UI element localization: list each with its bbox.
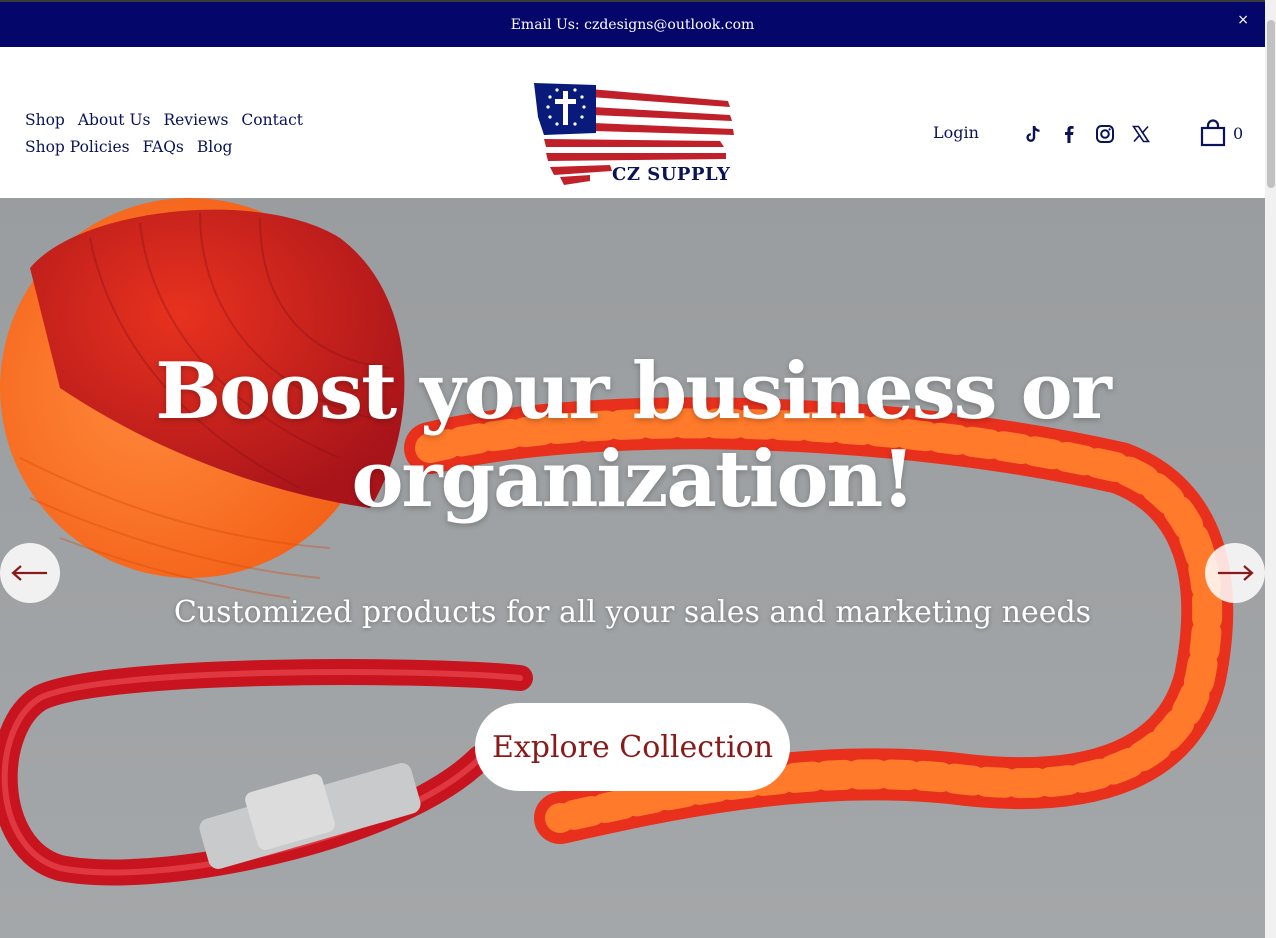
hero-background-image (0, 198, 1265, 938)
site-logo[interactable]: CZ SUPPLY (530, 77, 740, 189)
hero-slideshow: Boost your business or organization! Cus… (0, 198, 1265, 938)
hero-title: Boost your business or organization! (155, 346, 1112, 525)
announcement-text: Email Us: czdesigns@outlook.com (510, 16, 755, 33)
slideshow-prev-button[interactable] (0, 543, 60, 603)
arrow-left-icon (11, 565, 47, 581)
explore-collection-button[interactable]: Explore Collection (475, 703, 790, 791)
nav-item-contact[interactable]: Contact (241, 107, 303, 134)
nav-item-faqs[interactable]: FAQs (143, 134, 184, 161)
nav-item-blog[interactable]: Blog (197, 134, 233, 161)
announcement-bar: Email Us: czdesigns@outlook.com × (0, 2, 1265, 47)
logo-text: CZ SUPPLY (612, 164, 731, 185)
x-icon[interactable] (1130, 123, 1152, 145)
login-link[interactable]: Login (933, 123, 979, 142)
facebook-icon[interactable] (1058, 123, 1080, 145)
shopping-bag-icon (1200, 119, 1226, 147)
nav-item-shop[interactable]: Shop (25, 107, 65, 134)
page-scrollbar-thumb[interactable] (1267, 20, 1275, 188)
slideshow-next-button[interactable] (1205, 543, 1265, 603)
nav-item-reviews[interactable]: Reviews (163, 107, 228, 134)
main-nav: Shop About Us Reviews Contact Shop Polic… (25, 107, 405, 161)
cart-button[interactable]: 0 (1200, 119, 1243, 147)
arrow-right-icon (1218, 565, 1254, 581)
hero-subtitle: Customized products for all your sales a… (173, 595, 1092, 630)
cart-count: 0 (1233, 123, 1244, 143)
site-header: Shop About Us Reviews Contact Shop Polic… (0, 47, 1265, 198)
nav-item-shop-policies[interactable]: Shop Policies (25, 134, 130, 161)
tiktok-icon[interactable] (1022, 123, 1044, 145)
nav-item-about-us[interactable]: About Us (78, 107, 151, 134)
instagram-icon[interactable] (1094, 123, 1116, 145)
announcement-close-button[interactable]: × (1237, 12, 1249, 28)
